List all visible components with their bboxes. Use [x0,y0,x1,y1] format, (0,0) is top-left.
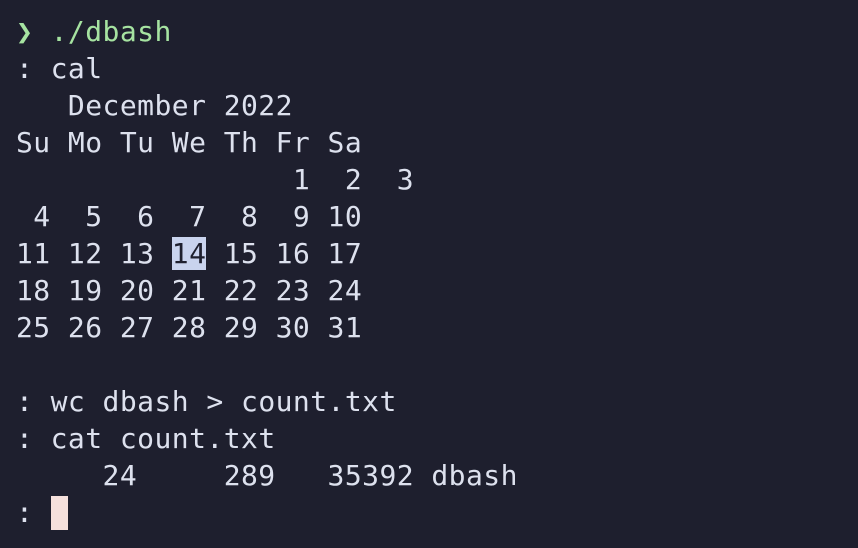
cal-command: cal [50,52,103,85]
wc-command: wc dbash > count.txt [50,385,397,418]
calendar-week-2: 4 5 6 7 8 9 10 [16,200,363,233]
prompt-char: : [16,496,34,529]
calendar-week-3: 11 12 13 14 15 16 17 [16,235,858,272]
prompt-char: : [16,422,34,455]
calendar-week-1: 1 2 3 [16,163,415,196]
calendar-week-4: 18 19 20 21 22 23 24 [16,274,363,307]
calendar-weekday-header: Su Mo Tu We Th Fr Sa [16,126,363,159]
cat-command-line: : cat count.txt [16,420,858,457]
calendar-title: December 2022 [16,89,293,122]
active-prompt-line[interactable]: : [16,494,858,531]
prompt-char: : [16,385,34,418]
calendar-week-5: 25 26 27 28 29 30 31 [16,311,363,344]
wc-output: 24 289 35392 dbash [16,459,518,492]
launch-line: ❯ ./dbash [16,13,858,50]
calendar-week-3-before: 11 12 13 [16,237,172,270]
calendar-today: 14 [171,237,207,270]
calendar-week-3-after: 15 16 17 [206,237,363,270]
cat-command: cat count.txt [50,422,276,455]
prompt-arrow-icon: ❯ [16,15,34,48]
prompt-char: : [16,52,34,85]
launch-command: ./dbash [50,15,172,48]
cal-command-line: : cal [16,50,858,87]
terminal-window[interactable]: ❯ ./dbash : cal December 2022 Su Mo Tu W… [0,0,858,548]
text-cursor[interactable] [50,496,68,530]
wc-command-line: : wc dbash > count.txt [16,383,858,420]
